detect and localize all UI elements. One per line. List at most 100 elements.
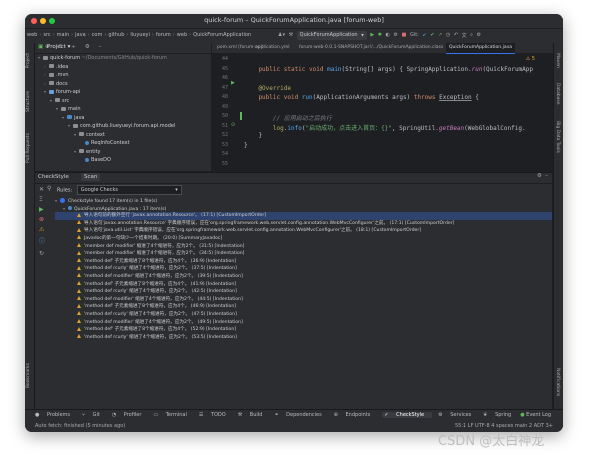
result-item[interactable]: 导入语句'java.util.List' 字典顺序错误，应在'org.sprin… (55, 227, 552, 235)
breadcrumb-item[interactable]: com (92, 32, 103, 38)
warning-filter-icon[interactable]: ⚠ (39, 226, 44, 233)
settings-icon[interactable]: ⚙ (477, 32, 481, 38)
notifications-tool-label[interactable]: Notifications (555, 368, 560, 396)
rollback-icon[interactable]: ↶ (454, 32, 458, 38)
info-filter-icon[interactable]: ⓘ (39, 236, 45, 245)
collapse-icon[interactable]: Ξ (39, 196, 43, 203)
collapse-all-icon[interactable]: Ξ (59, 44, 65, 50)
tree-item[interactable]: ▾ quick-forum ~/Documents/GitHub/quick-fo… (35, 54, 211, 63)
result-item[interactable]: 'method def' 子元素缩进了8个缩进符，应为4个。 (46:9) [I… (55, 303, 552, 311)
run-gutter-icon[interactable]: ▶ (231, 80, 235, 86)
result-item[interactable]: 'method def' 子元素缩进了8个缩进符，应为4个。 (52:9) [I… (55, 326, 552, 334)
breadcrumb-item[interactable]: web (27, 32, 37, 38)
breadcrumb-item[interactable]: github (108, 32, 124, 38)
tool-checkstyle-button[interactable]: ✓ CheckStyle (382, 412, 433, 418)
event-log-button[interactable]: ● Event Log (520, 412, 551, 418)
stop-check-icon[interactable]: ⊗ (39, 216, 44, 223)
tree-item[interactable]: › .mvn (35, 71, 211, 80)
search-icon[interactable]: ⌕ (470, 32, 473, 38)
tree-item[interactable]: ▾ src (35, 97, 211, 106)
run-check-icon[interactable]: ▶ (39, 206, 44, 213)
gear-icon[interactable]: ⚙ (85, 44, 93, 50)
git-commit-icon[interactable]: ✔ (430, 32, 434, 38)
tool-build-button[interactable]: ⚒ Build (238, 412, 269, 418)
project-tool-label[interactable]: Project (26, 53, 31, 68)
git-push-icon[interactable]: ↗ (438, 32, 442, 38)
breadcrumb-item[interactable]: forum (156, 32, 171, 38)
tree-item[interactable]: › .idea (35, 63, 211, 72)
results-file-row[interactable]: ▾ QuickForumApplication.java : 17 item(s) (55, 205, 552, 213)
result-item[interactable]: 'method def modifier' 缩进了4个缩进符，应为2个。 (39… (55, 273, 552, 281)
scan-tab[interactable]: Scan (81, 173, 101, 181)
result-item[interactable]: 导入语句'javax.annotation.Resource' 字典顺序错误，应… (55, 220, 552, 228)
editor-tab[interactable]: application.yml (252, 43, 293, 53)
result-item[interactable]: 'method def rcurly' 缩进了4个缩进符，应为2个。 (37:5… (55, 265, 552, 273)
editor-tab[interactable]: QuickForumApplication.java (446, 43, 515, 54)
tool-endpoints-button[interactable]: ⊛ Endpoints (334, 412, 377, 418)
database-tool-label[interactable]: Database (555, 83, 560, 104)
minimize-icon[interactable]: – (545, 173, 548, 179)
gear-icon[interactable]: ⚙ (537, 173, 542, 179)
tree-item[interactable]: BaseDO (35, 156, 211, 165)
hammer-icon[interactable]: ⚒ (289, 32, 293, 38)
result-item[interactable]: 导入语句前的额外空行 'javax.annotation.Resource'。 … (55, 212, 552, 220)
run-icon[interactable]: ▶ (370, 32, 374, 38)
result-item[interactable]: Javadoc的第一句缺少一个结束时期。 (20:0) [SummaryJava… (55, 235, 552, 243)
inspection-warnings-badge[interactable]: ⚠ 5 (526, 56, 535, 62)
profile-icon[interactable]: ⚙ (394, 32, 398, 38)
close-icon[interactable]: ✕ (39, 186, 44, 193)
result-item[interactable]: 'member def modifier' 缩进了4个缩进符，应为2个。 (31… (55, 243, 552, 251)
result-item[interactable]: 'method def rcurly' 缩进了4个缩进符，应为2个。 (53:5… (55, 334, 552, 342)
tool-problems-button[interactable]: ● Problems (35, 412, 76, 418)
tree-item[interactable]: › docs (35, 80, 211, 89)
tool-spring-button[interactable]: ❦ Spring (483, 412, 517, 418)
tree-item[interactable]: ▾ forum-api (35, 88, 211, 97)
breadcrumb-item[interactable]: java (75, 32, 85, 38)
override-gutter-icon[interactable]: ⊙ (231, 122, 235, 128)
stop-icon[interactable]: ■ (402, 32, 407, 38)
tree-item[interactable]: ▾ com.github.liueyueyi.forum.api.model (35, 122, 211, 131)
maven-tool-label[interactable]: Maven (555, 53, 560, 68)
history-icon[interactable]: ◷ (446, 32, 450, 38)
locate-icon[interactable]: ⊕ (45, 44, 53, 50)
coverage-icon[interactable]: ◐ (386, 32, 390, 38)
breadcrumb-item[interactable]: web (177, 32, 187, 38)
tool-todo-button[interactable]: ☰ TODO (199, 412, 232, 418)
tool-services-button[interactable]: ⚙ Services (438, 412, 477, 418)
tree-item[interactable]: ▾ java (35, 114, 211, 123)
result-item[interactable]: 'method def' 子元素缩进了8个缩进符，应为4个。 (36:9) [I… (55, 258, 552, 266)
breadcrumb-item[interactable]: QuickForumApplication (193, 32, 251, 38)
tool-profiler-button[interactable]: ◔ Profiler (112, 412, 148, 418)
expand-icon[interactable]: ÷ (71, 44, 79, 50)
result-item[interactable]: 'method def modifier' 缩进了4个缩进符，应为2个。 (44… (55, 296, 552, 304)
status-info[interactable]: 55:1 LF UTF-8 4 spaces main 2 ADT 3+ (455, 423, 553, 429)
result-item[interactable]: 'method def modifier' 缩进了4个缩进符，应为2个。 (49… (55, 319, 552, 327)
tree-item[interactable]: ▾ entity (35, 148, 211, 157)
rules-select[interactable]: Google Checks ▾ (76, 185, 182, 195)
user-icon[interactable]: ♟▾ (278, 32, 285, 38)
tree-item[interactable]: ReqInfoContext (35, 139, 211, 148)
pull-requests-tool-label[interactable]: Pull Requests (26, 133, 31, 163)
tree-item[interactable]: ▾ context (35, 131, 211, 140)
tool-dependencies-button[interactable]: ⚭ Dependencies (274, 412, 327, 418)
result-item[interactable]: 'method def rcurly' 缩进了4个缩进符，应为2个。 (47:5… (55, 311, 552, 319)
breadcrumb-item[interactable]: main (57, 32, 70, 38)
git-update-icon[interactable]: ↙ (422, 32, 426, 38)
code-area[interactable]: public static void main(String[] args) {… (244, 54, 552, 171)
editor-tab[interactable]: forum-web-0.0.1-SNAPSHOT.jar!/.../QuickF… (296, 43, 446, 53)
results-summary[interactable]: ▾ Checkstyle found 17 item(s) in 1 file(s… (55, 197, 552, 205)
bookmarks-tool-label[interactable]: Bookmarks (26, 363, 31, 388)
breadcrumb-item[interactable]: src (43, 32, 50, 38)
refresh-icon[interactable]: ↻ (39, 250, 44, 257)
breadcrumb-item[interactable]: liuyueyi (130, 32, 150, 38)
big-data-tools-label[interactable]: Big Data Tools (555, 121, 560, 153)
run-config-select[interactable]: QuickForumApplication ▾ (296, 31, 367, 40)
translate-icon[interactable]: 文 (462, 32, 467, 39)
hide-icon[interactable]: – (99, 44, 105, 50)
result-item[interactable]: 'method def' 子元素缩进了8个缩进符，应为4个。 (41:9) [I… (55, 281, 552, 289)
tool-terminal-button[interactable]: ▭ Terminal (153, 412, 192, 418)
result-item[interactable]: 'method def rcurly' 缩进了4个缩进符，应为2个。 (42:5… (55, 288, 552, 296)
filter-icon[interactable]: ⚲ (47, 185, 51, 192)
structure-tool-label[interactable]: Structure (26, 91, 31, 112)
result-item[interactable]: 'member def modifier' 缩进了4个缩进符，应为2个。 (34… (55, 250, 552, 258)
